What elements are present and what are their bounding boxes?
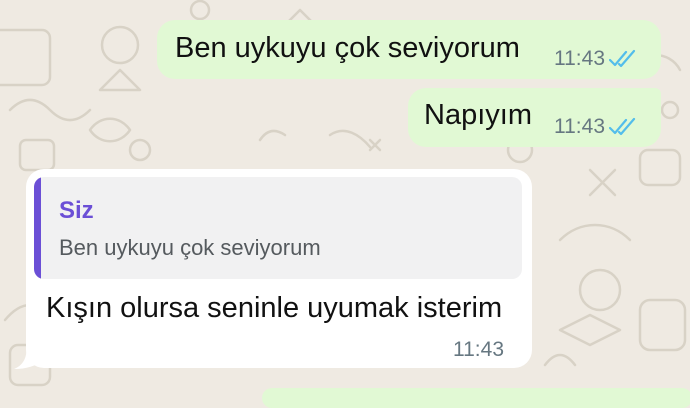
reply-author: Siz <box>59 197 94 224</box>
message-time: 11:43 <box>554 47 605 70</box>
message-meta: 11:43 <box>554 47 639 71</box>
double-check-icon <box>609 49 636 68</box>
message-time: 11:43 <box>554 115 605 138</box>
message-text: Kışın olursa seninle uyumak isterim <box>46 292 503 324</box>
message-meta: 11:43 <box>453 338 504 362</box>
outgoing-message-bubble[interactable]: Napıyım 11:43 <box>408 88 661 147</box>
message-text: Napıyım <box>424 99 532 131</box>
outgoing-message-bubble-partial[interactable] <box>262 388 690 408</box>
message-text: Ben uykuyu çok seviyorum <box>175 32 520 64</box>
outgoing-message-bubble[interactable]: Ben uykuyu çok seviyorum 11:43 <box>157 20 661 79</box>
reply-accent-bar <box>34 177 41 279</box>
reply-quote[interactable]: Siz Ben uykuyu çok seviyorum <box>34 177 522 279</box>
bubble-tail <box>14 346 44 369</box>
double-check-icon <box>609 117 636 136</box>
message-time: 11:43 <box>453 338 504 361</box>
message-meta: 11:43 <box>554 115 639 139</box>
reply-quoted-text: Ben uykuyu çok seviyorum <box>59 235 321 260</box>
